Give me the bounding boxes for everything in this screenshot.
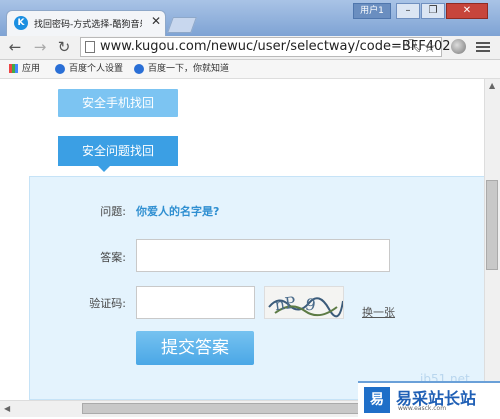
watermark-logo-icon: 易 (364, 387, 390, 413)
user-profile-button[interactable]: 用户1 (353, 3, 391, 19)
svg-text:9: 9 (304, 294, 317, 314)
tab-question-recovery[interactable]: 安全问题找回 (58, 136, 178, 166)
extension-icon[interactable] (451, 39, 466, 54)
scroll-left-icon[interactable]: ◀ (4, 404, 10, 413)
question-label: 问题: (100, 205, 126, 218)
scroll-up-icon[interactable]: ▲ (489, 81, 495, 90)
captcha-label: 验证码: (89, 297, 126, 310)
bookmark-star-icon[interactable]: ☆ (423, 38, 436, 56)
reload-icon[interactable]: ↻ (55, 38, 73, 56)
apps-icon (9, 64, 18, 73)
bookmarks-bar: 应用 百度个人设置 百度一下，你就知道 (0, 60, 500, 79)
vertical-scroll-thumb[interactable] (486, 180, 498, 270)
captcha-image[interactable]: nP 9 (264, 286, 344, 319)
browser-toolbar: ← → ↻ www.kugou.com/newuc/user/selectway… (0, 36, 500, 60)
forward-icon[interactable]: → (31, 38, 49, 56)
address-bar[interactable]: www.kugou.com/newuc/user/selectway/code=… (80, 37, 451, 57)
window-close-icon[interactable]: ✕ (446, 3, 488, 19)
answer-label: 答案: (100, 251, 126, 264)
url-text: www.kugou.com/newuc/user/selectway/code=… (100, 39, 451, 54)
bookmark-baidu-settings[interactable]: 百度个人设置 (55, 62, 123, 76)
menu-icon[interactable] (476, 40, 490, 53)
page-icon (85, 41, 95, 53)
tab-title: 找回密码-方式选择-酷狗音乐 (34, 20, 142, 30)
tab-close-icon[interactable]: ✕ (151, 14, 163, 28)
bookmark-baidu-search[interactable]: 百度一下，你就知道 (134, 62, 229, 76)
active-tab-pointer (98, 166, 110, 172)
horizontal-scroll-thumb[interactable] (82, 403, 362, 414)
kugou-favicon-icon: K (14, 16, 28, 30)
browser-tab[interactable]: K 找回密码-方式选择-酷狗音乐 ✕ (6, 10, 166, 36)
browser-titlebar: K 找回密码-方式选择-酷狗音乐 ✕ 用户1 – ❐ ✕ (0, 0, 500, 36)
zoom-icon[interactable]: 🔍︎ (405, 39, 422, 54)
submit-answer-button[interactable]: 提交答案 (136, 331, 254, 365)
bookmark-label: 百度一下，你就知道 (148, 64, 230, 74)
question-value: 你爱人的名字是? (136, 205, 220, 218)
baidu-paw-icon (134, 63, 144, 74)
watermark: 易 易采站长站 www.easck.com (358, 381, 500, 419)
bookmark-label: 应用 (22, 64, 41, 74)
new-tab-button[interactable] (167, 17, 197, 33)
back-icon[interactable]: ← (6, 38, 24, 56)
svg-text:nP: nP (273, 293, 297, 315)
watermark-subtext: www.easck.com (398, 405, 447, 412)
bookmark-label: 百度个人设置 (69, 64, 124, 74)
baidu-paw-icon (55, 63, 65, 74)
restore-icon[interactable]: ❐ (421, 3, 445, 19)
bookmark-apps[interactable]: 应用 (9, 62, 40, 76)
minimize-icon[interactable]: – (396, 3, 420, 19)
tab-phone-recovery[interactable]: 安全手机找回 (58, 89, 178, 117)
answer-input[interactable] (136, 239, 390, 272)
captcha-input[interactable] (136, 286, 255, 319)
change-captcha-link[interactable]: 换一张 (362, 304, 395, 320)
